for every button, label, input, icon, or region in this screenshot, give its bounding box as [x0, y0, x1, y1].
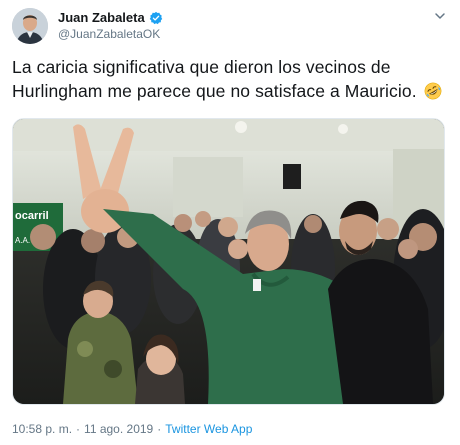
author-name-row[interactable]: Juan Zabaleta — [58, 10, 163, 25]
sign-text-line-1: ocarril — [15, 210, 49, 222]
display-name[interactable]: Juan Zabaleta — [58, 10, 145, 25]
sign-text-line-2: A.A. — [15, 236, 30, 245]
tweet-photo[interactable]: ocarril A.A. — [12, 118, 445, 405]
crowd-photo-image: ocarril A.A. — [13, 119, 444, 404]
tweet-text: La caricia significativa que dieron los … — [12, 55, 452, 103]
tweet-body: La caricia significativa que dieron los … — [12, 57, 417, 101]
avatar-image — [12, 8, 48, 44]
tweet-meta: 10:58 p. m. · 11 ago. 2019 · Twitter Web… — [12, 422, 252, 436]
meta-separator: · — [157, 422, 162, 436]
tweet-date[interactable]: 11 ago. 2019 — [84, 422, 153, 436]
chevron-down-icon[interactable] — [434, 10, 446, 22]
tweet-source-link[interactable]: Twitter Web App — [165, 422, 252, 436]
avatar[interactable] — [12, 8, 48, 44]
meta-separator: · — [76, 422, 81, 436]
tweet-time[interactable]: 10:58 p. m. — [12, 422, 72, 436]
rolling-laughing-emoji-icon — [424, 82, 442, 100]
verified-badge-icon — [149, 11, 162, 24]
tweet-card: Juan Zabaleta @JuanZabaletaOK La caricia… — [0, 0, 460, 445]
user-handle[interactable]: @JuanZabaletaOK — [58, 27, 160, 41]
